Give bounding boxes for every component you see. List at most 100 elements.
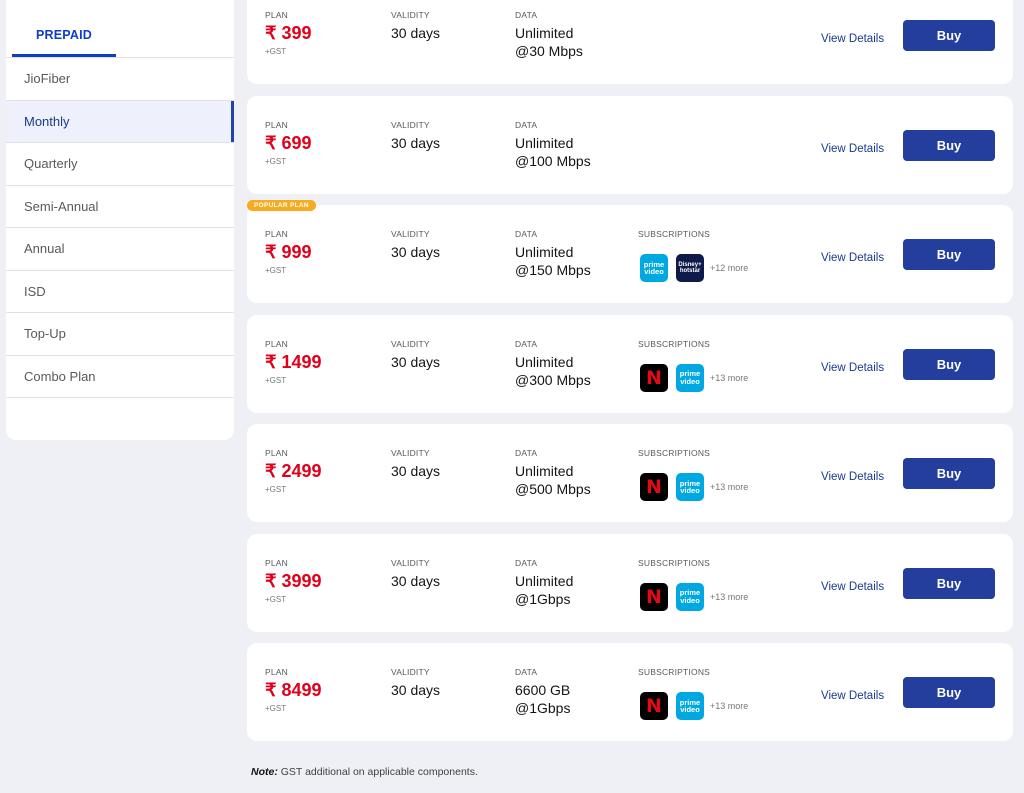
view-details-link[interactable]: View Details — [821, 471, 884, 483]
sidebar-item-combo-plan[interactable]: Combo Plan — [6, 356, 234, 398]
buy-button[interactable]: Buy — [903, 458, 995, 489]
data-speed: @100 Mbps — [515, 152, 591, 169]
more-subscriptions: +13 more — [710, 372, 749, 383]
data-label: DATA — [515, 338, 538, 349]
sidebar-item-isd[interactable]: ISD — [6, 271, 234, 313]
view-details-link[interactable]: View Details — [821, 143, 884, 155]
popular-plan-badge: POPULAR PLAN — [247, 200, 316, 211]
data-label: DATA — [515, 557, 538, 568]
data-amount: 6600 GB — [515, 682, 571, 698]
view-details-link[interactable]: View Details — [821, 362, 884, 374]
plan-label: PLAN — [265, 448, 289, 458]
validity-value: 30 days — [391, 244, 441, 260]
sidebar-item-semi-annual[interactable]: Semi-Annual — [6, 186, 234, 228]
buy-button[interactable]: Buy — [903, 677, 995, 708]
validity-label: VALIDITY — [391, 119, 430, 130]
data-value: Unlimited @100 Mbps — [515, 134, 591, 170]
data-amount: Unlimited — [515, 134, 574, 151]
subscription-icons: prime video Disney+ hotstar +12 more — [640, 254, 748, 282]
view-details-link[interactable]: View Details — [821, 581, 884, 593]
view-details-link[interactable]: View Details — [821, 252, 884, 264]
gst-label: +GST — [265, 704, 287, 713]
view-details-link[interactable]: View Details — [821, 690, 884, 702]
plan-price: ₹ 8499 — [265, 680, 322, 700]
sidebar-item-quarterly[interactable]: Quarterly — [6, 143, 234, 186]
data-speed: @300 Mbps — [515, 371, 591, 388]
buy-button[interactable]: Buy — [903, 129, 995, 161]
validity-value: 30 days — [391, 134, 441, 151]
validity-value: 30 days — [391, 682, 441, 698]
validity-label: VALIDITY — [391, 448, 430, 458]
more-subscriptions: +13 more — [710, 701, 749, 711]
buy-button[interactable]: Buy — [903, 239, 995, 270]
data-speed: @30 Mbps — [515, 43, 583, 59]
note-text: GST additional on applicable components. — [277, 766, 478, 778]
validity-label: VALIDITY — [391, 667, 430, 677]
plan-price: ₹ 699 — [265, 132, 312, 153]
disney-hotstar-icon: Disney+ hotstar — [676, 254, 704, 282]
sidebar-item-jiofiber[interactable]: JioFiber — [6, 58, 234, 101]
gst-label: +GST — [265, 375, 287, 385]
data-speed: @1Gbps — [515, 700, 571, 716]
tab-prepaid[interactable]: PREPAID — [12, 0, 116, 57]
view-details-link[interactable]: View Details — [821, 33, 884, 45]
plan-list: PLAN ₹ 399 +GST VALIDITY 30 days DATA Unlimite… — [247, 0, 1013, 753]
plan-card: POPULAR PLAN PLAN ₹ 999 +GST VALIDITY 30 days… — [247, 200, 1013, 303]
data-value: Unlimited @1Gbps — [515, 572, 573, 608]
validity-label: VALIDITY — [391, 557, 430, 568]
prime-video-icon: prime video — [676, 582, 704, 611]
data-amount: Unlimited — [515, 25, 574, 41]
data-speed: @150 Mbps — [515, 262, 591, 278]
subscription-icons: Nprime video +13 more — [640, 473, 748, 501]
gst-label: +GST — [265, 266, 287, 275]
data-speed: @500 Mbps — [515, 481, 591, 497]
gst-label: +GST — [265, 156, 287, 166]
data-amount: Unlimited — [515, 353, 574, 370]
data-value: 6600 GB @1Gbps — [515, 681, 570, 717]
note-label: Note: — [251, 766, 278, 778]
gst-label: +GST — [265, 485, 287, 494]
buy-button[interactable]: Buy — [903, 348, 995, 380]
data-label: DATA — [515, 119, 538, 130]
validity-value: 30 days — [391, 463, 441, 479]
data-value: Unlimited @500 Mbps — [515, 462, 591, 498]
subscriptions-label: SUBSCRIPTIONS — [638, 557, 711, 568]
plan-card: PLAN ₹ 8499 +GST VALIDITY 30 days DATA 6600 GB… — [247, 643, 1013, 741]
plan-price: ₹ 399 — [265, 23, 312, 43]
sidebar-item-annual[interactable]: Annual — [6, 228, 234, 271]
validity-label: VALIDITY — [391, 229, 430, 239]
validity-value: 30 days — [391, 25, 441, 41]
data-amount: Unlimited — [515, 244, 574, 260]
netflix-icon: N — [640, 363, 668, 392]
plan-label: PLAN — [265, 229, 289, 239]
data-value: Unlimited @300 Mbps — [515, 353, 591, 389]
subscription-icons: Nprime video +13 more — [640, 363, 749, 392]
subscription-icons: Nprime video +13 more — [640, 582, 749, 611]
buy-button[interactable]: Buy — [903, 567, 995, 599]
sidebar-item-top-up[interactable]: Top-Up — [6, 313, 234, 356]
data-value: Unlimited @30 Mbps — [515, 24, 583, 60]
data-speed: @1Gbps — [515, 590, 571, 607]
plan-card: PLAN ₹ 399 +GST VALIDITY 30 days DATA Unlimite… — [247, 0, 1013, 84]
plan-card: PLAN ₹ 699 +GST VALIDITY 30 days DATA Unlimite… — [247, 95, 1013, 194]
plan-category-sidebar: PREPAID JioFiber Monthly Quarterly Semi-Ann… — [6, 0, 234, 440]
plan-label: PLAN — [265, 338, 289, 349]
data-label: DATA — [515, 10, 538, 20]
subscriptions-label: SUBSCRIPTIONS — [638, 338, 711, 349]
plan-label: PLAN — [265, 557, 289, 568]
subscriptions-label: SUBSCRIPTIONS — [638, 229, 711, 239]
plan-card: PLAN ₹ 1499 +GST VALIDITY 30 days DATA Unlimit… — [247, 314, 1013, 413]
plan-card: PLAN ₹ 2499 +GST VALIDITY 30 days DATA Unlimit… — [247, 424, 1013, 522]
data-value: Unlimited @150 Mbps — [515, 243, 591, 279]
plan-price: ₹ 2499 — [265, 461, 322, 481]
validity-label: VALIDITY — [391, 10, 430, 20]
prime-video-icon: prime video — [676, 363, 704, 392]
plan-label: PLAN — [265, 667, 289, 677]
gst-label: +GST — [265, 594, 287, 604]
more-subscriptions: +13 more — [710, 591, 749, 602]
buy-button[interactable]: Buy — [903, 20, 995, 51]
prime-video-icon: prime video — [676, 473, 704, 501]
data-label: DATA — [515, 448, 538, 458]
sidebar-item-monthly[interactable]: Monthly — [6, 100, 234, 143]
data-amount: Unlimited — [515, 463, 574, 479]
